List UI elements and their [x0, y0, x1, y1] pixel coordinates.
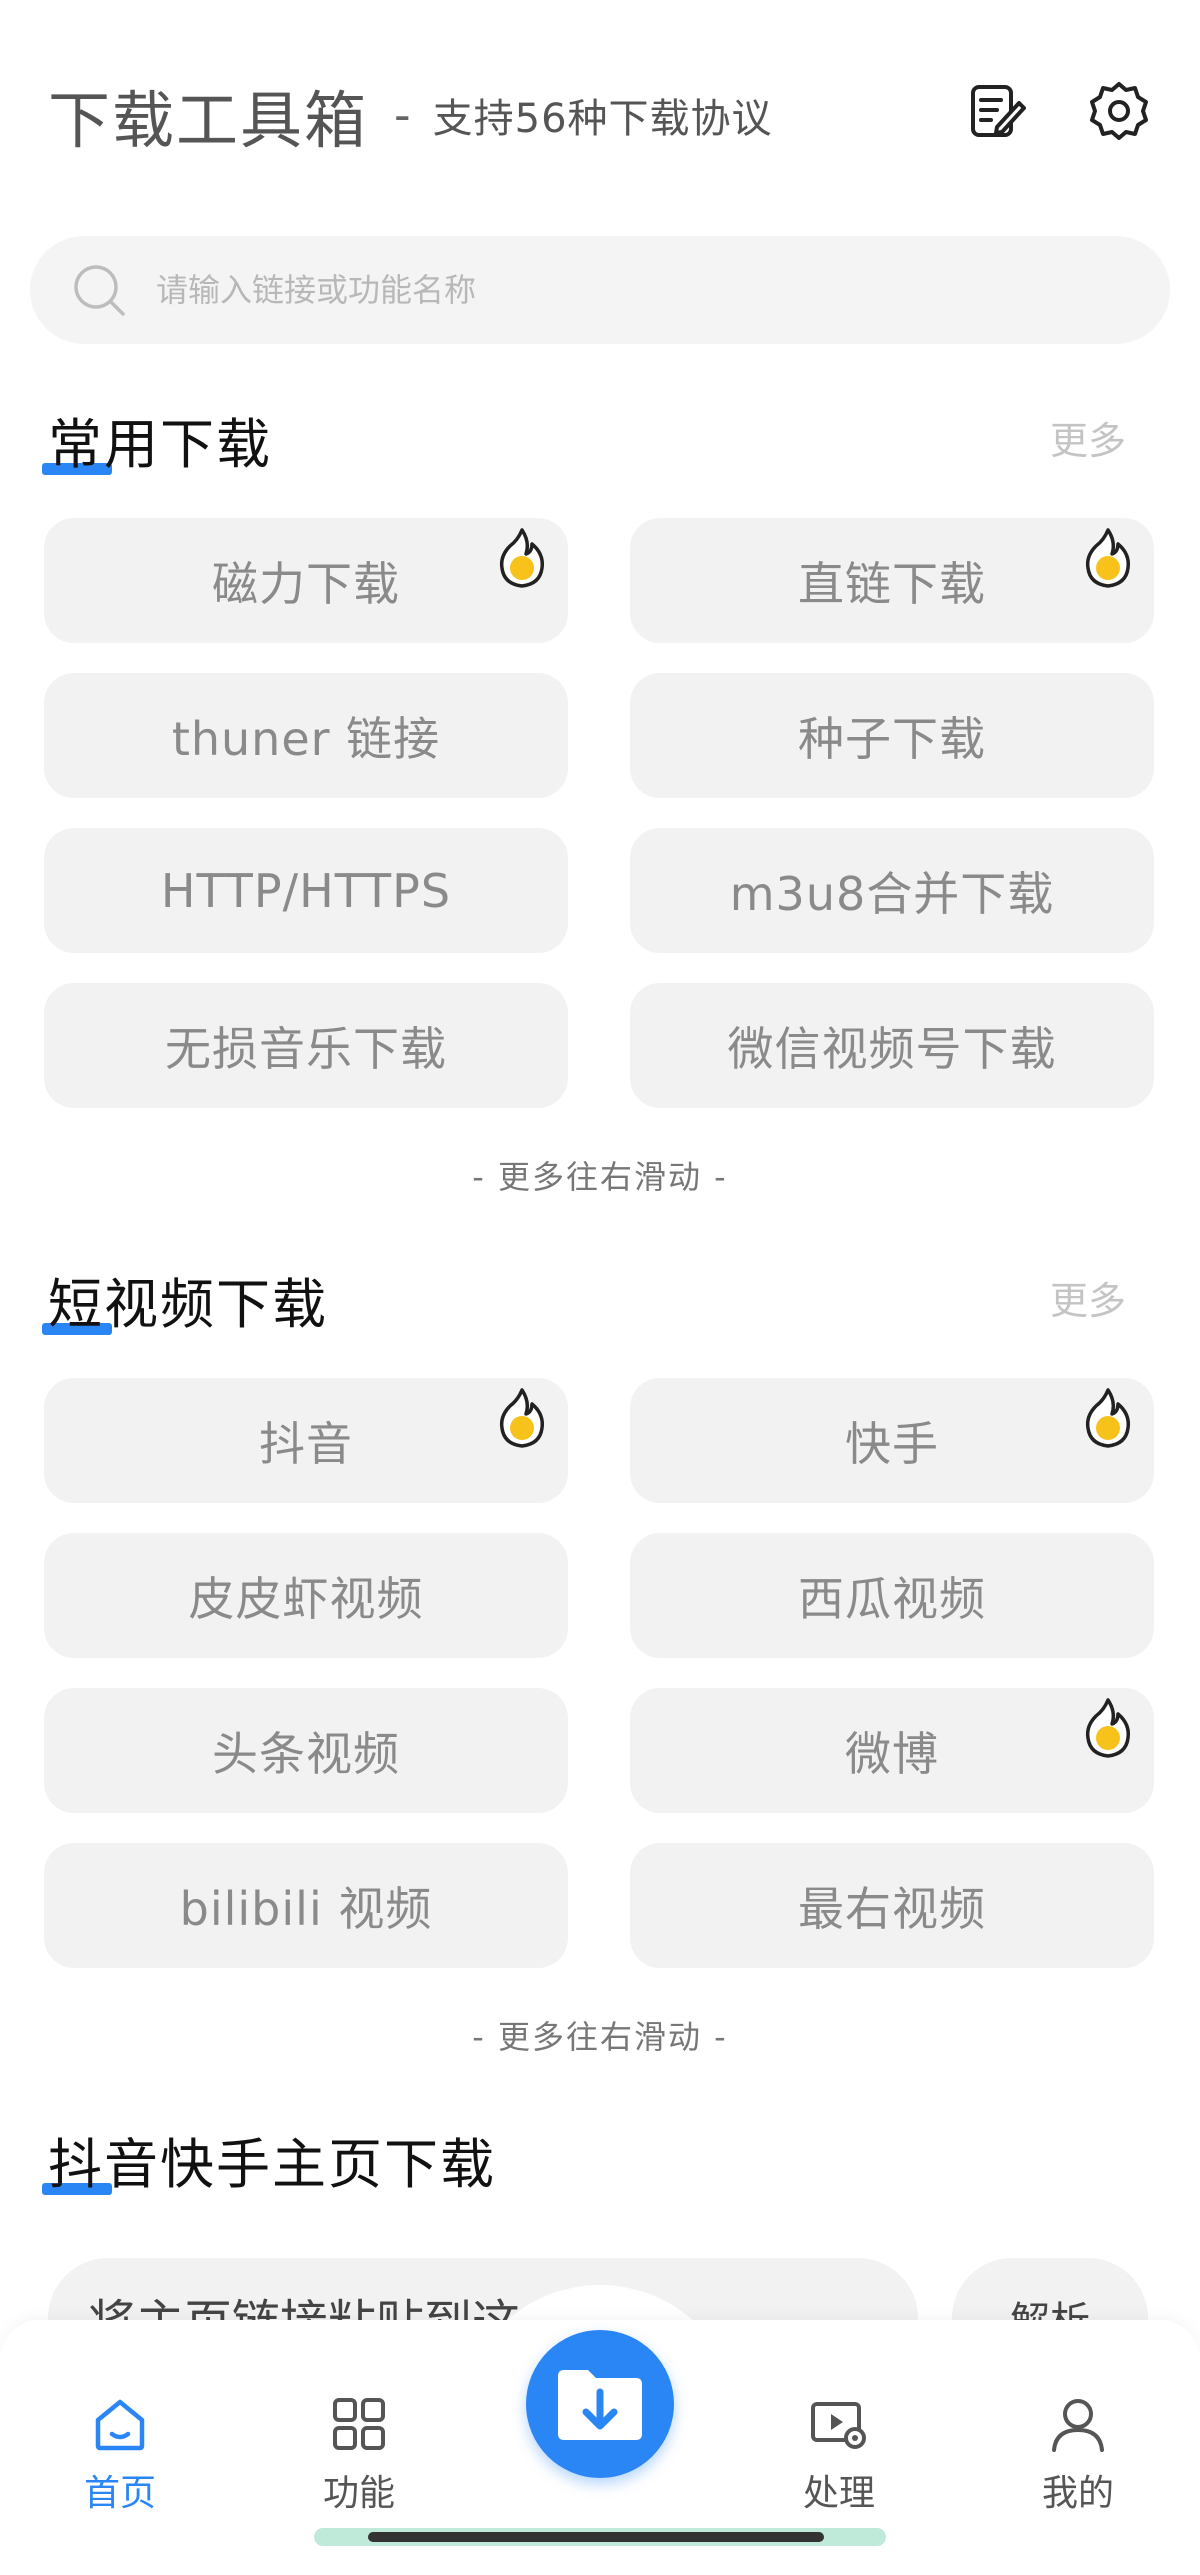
tile-label: 皮皮虾视频	[188, 1571, 424, 1626]
video-settings-icon	[811, 2402, 866, 2449]
download-tile[interactable]: thuner 链接	[44, 673, 568, 798]
download-tile[interactable]: m3u8合并下载	[630, 828, 1154, 953]
search-input[interactable]	[156, 271, 1056, 309]
tile-label: 抖音	[259, 1416, 353, 1471]
download-fab-button[interactable]	[526, 2330, 674, 2478]
download-tile[interactable]: 无损音乐下载	[44, 983, 568, 1108]
short-video-grid: 抖音 快手皮皮虾视频 西瓜视频头条视频 微博 bilibili 视频 最右视频	[44, 1378, 1154, 1968]
page: 下载工具箱 - 支持56种下载协议 请输入链接或功能名称 常用下载 更多 磁力下…	[0, 0, 1200, 2575]
download-tile[interactable]: 快手	[630, 1378, 1154, 1503]
download-tile[interactable]: 西瓜视频	[630, 1533, 1154, 1658]
scroll-hint-short-video: - 更多往右滑动 -	[472, 2018, 728, 2056]
tile-label: 快手	[845, 1416, 939, 1471]
section-title-common: 常用下载	[42, 400, 272, 479]
hot-flame-icon	[499, 1388, 545, 1448]
tile-label: m3u8合并下载	[729, 866, 1055, 921]
hot-flame-icon	[1085, 1388, 1131, 1448]
settings-button[interactable]	[1086, 78, 1152, 144]
home-icon	[95, 2399, 145, 2451]
gear-icon	[1090, 82, 1148, 140]
tab-mine[interactable]: 我的	[1008, 2392, 1148, 2516]
download-tile[interactable]: 抖音	[44, 1378, 568, 1503]
tab-label-features: 功能	[322, 2473, 395, 2514]
tile-label: HTTP/HTTPS	[160, 863, 452, 918]
home-indicator[interactable]	[314, 2528, 886, 2546]
download-tile[interactable]: HTTP/HTTPS	[44, 828, 568, 953]
more-link-common[interactable]: 更多	[1050, 410, 1126, 465]
tile-label: bilibili 视频	[179, 1881, 433, 1936]
search-bar[interactable]	[30, 236, 1170, 344]
download-tile[interactable]: 种子下载	[630, 673, 1154, 798]
folder-download-icon	[558, 2370, 642, 2440]
download-tile[interactable]: 微博	[630, 1688, 1154, 1813]
app-title: 下载工具箱	[48, 84, 369, 157]
common-download-grid: 磁力下载 直链下载 thuner 链接 种子下载 HTTP/HTTPS m3u8合并下载无…	[44, 518, 1154, 1108]
tile-label: 种子下载	[798, 711, 986, 766]
download-tile[interactable]: 皮皮虾视频	[44, 1533, 568, 1658]
edit-note-button[interactable]	[964, 78, 1030, 144]
tab-label-mine: 我的	[1041, 2473, 1114, 2514]
hot-flame-icon	[1085, 528, 1131, 588]
tile-label: 无损音乐下载	[165, 1021, 447, 1076]
download-tile[interactable]: 头条视频	[44, 1688, 568, 1813]
tile-label: 西瓜视频	[798, 1571, 986, 1626]
more-link-short-video[interactable]: 更多	[1050, 1270, 1126, 1325]
tile-label: 微博	[845, 1726, 939, 1781]
tile-label: 最右视频	[798, 1881, 986, 1936]
hot-flame-icon	[1085, 1698, 1131, 1758]
tile-label: 磁力下载	[212, 556, 400, 611]
scroll-hint-common: - 更多往右滑动 -	[472, 1158, 728, 1196]
header-actions	[964, 78, 1152, 144]
user-icon	[1052, 2399, 1104, 2452]
section-title-short-video: 短视频下载	[42, 1260, 328, 1339]
download-tile[interactable]: 微信视频号下载	[630, 983, 1154, 1108]
search-icon	[74, 265, 125, 316]
tab-home[interactable]: 首页	[50, 2392, 190, 2516]
tab-features[interactable]: 功能	[289, 2392, 429, 2516]
tile-label: 直链下载	[798, 556, 986, 611]
app-subtitle: 支持56种下载协议	[432, 96, 773, 142]
download-tile[interactable]: 最右视频	[630, 1843, 1154, 1968]
grid-icon	[333, 2398, 385, 2450]
header: 下载工具箱 - 支持56种下载协议	[48, 60, 1152, 170]
tile-label: 头条视频	[212, 1726, 400, 1781]
tile-label: thuner 链接	[171, 711, 441, 766]
tab-label-home: 首页	[83, 2473, 156, 2514]
tile-label: 微信视频号下载	[727, 1021, 1057, 1076]
tab-process[interactable]: 处理	[769, 2392, 909, 2516]
title-separator: -	[394, 88, 411, 142]
download-tile[interactable]: 直链下载	[630, 518, 1154, 643]
home-indicator-bar	[368, 2532, 824, 2542]
section-title-homepage: 抖音快手主页下载	[42, 2120, 496, 2199]
download-tile[interactable]: bilibili 视频	[44, 1843, 568, 1968]
download-tile[interactable]: 磁力下载	[44, 518, 568, 643]
tab-label-process: 处理	[802, 2473, 875, 2514]
hot-flame-icon	[499, 528, 545, 588]
edit-note-icon	[971, 85, 1026, 137]
